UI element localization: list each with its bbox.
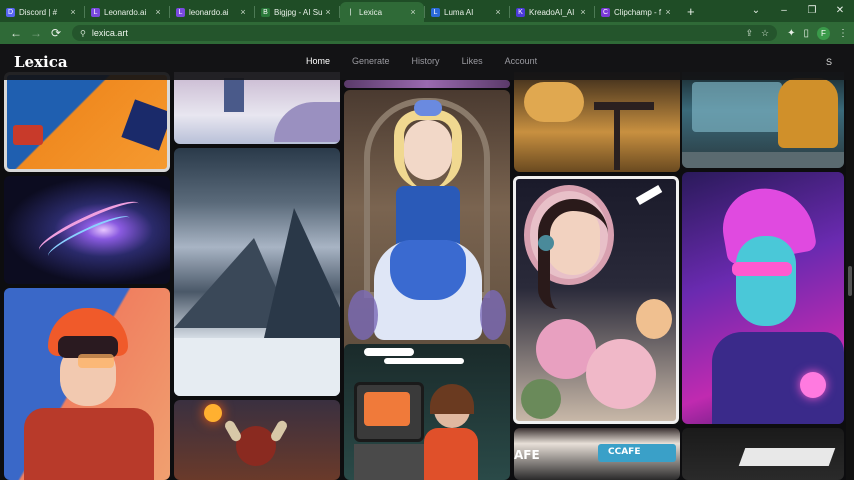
browser-tab[interactable]: D Discord | # × [0, 2, 84, 22]
tab-close-icon[interactable]: × [238, 7, 248, 17]
close-window-button[interactable]: ✕ [826, 0, 854, 20]
tab-title: leonardo.ai [189, 7, 229, 17]
back-button[interactable]: ← [6, 26, 26, 40]
gallery-image-white-object[interactable] [682, 428, 844, 480]
cafe-sign-right-text: CCAFE [608, 447, 641, 457]
gallery-image-astronaut-woman[interactable] [513, 176, 679, 424]
browser-tab[interactable]: K KreadoAI_AI × [510, 2, 594, 22]
browser-tab[interactable]: C Clipchamp - f × [595, 2, 679, 22]
tab-strip: D Discord | # × L Leonardo.ai × Lleonardo.ai × B… [0, 0, 854, 22]
user-avatar[interactable]: S [820, 54, 838, 70]
gallery-image-galaxy[interactable] [4, 176, 170, 284]
tab-favicon-icon: L [176, 7, 185, 17]
browser-toolbar: ← → ⟳ ⚲ lexica.art ⇪ ☆ ✦ ▯ F ⋮ [0, 22, 854, 44]
tab-favicon-icon: L [431, 7, 440, 17]
gallery-image-retro-tv-woman[interactable] [344, 344, 510, 480]
tab-favicon-icon: K [516, 7, 525, 17]
gallery-image-orange-abstract[interactable] [4, 72, 170, 172]
nav-history[interactable]: History [412, 56, 440, 66]
tab-favicon-icon: D [6, 7, 15, 17]
address-bar[interactable]: ⚲ lexica.art ⇪ ☆ [72, 25, 778, 41]
tab-close-icon[interactable]: × [68, 7, 78, 17]
tab-favicon-icon: C [601, 7, 610, 17]
gallery-image-top-strip[interactable] [344, 80, 510, 88]
extensions-icon[interactable]: ✦ [787, 28, 795, 39]
browser-tab[interactable]: L Luma AI × [425, 2, 509, 22]
scrollbar-thumb[interactable] [848, 266, 852, 296]
site-header: Lexica Home Generate History Likes Accou… [0, 44, 854, 80]
tab-close-icon[interactable]: × [493, 7, 503, 17]
tab-title: Clipchamp - f [614, 7, 662, 17]
tab-title: Leonardo.ai [104, 7, 147, 17]
lexica-page: AFE CCAFE Lexica Home Generate History L… [0, 44, 854, 480]
tab-title: KreadoAI_AI [529, 7, 575, 17]
gallery-image-pilot-girl[interactable] [4, 288, 170, 480]
tab-close-icon[interactable]: × [323, 7, 333, 17]
gallery-image-demon-warrior[interactable] [174, 400, 340, 480]
gallery-image-window-scene[interactable] [682, 72, 844, 168]
reload-button[interactable]: ⟳ [46, 26, 66, 40]
tab-close-icon[interactable]: × [153, 7, 163, 17]
nav-generate[interactable]: Generate [352, 56, 390, 66]
side-panel-icon[interactable]: ▯ [803, 28, 809, 39]
minimize-button[interactable]: – [770, 0, 798, 20]
tab-title: Luma AI [444, 7, 474, 17]
tab-title: Lexica [359, 7, 383, 17]
gallery-image-neon-cyborg[interactable] [682, 172, 844, 424]
gallery-image-snowy-valley[interactable] [174, 148, 340, 396]
site-nav: Home Generate History Likes Account [306, 56, 559, 66]
nav-likes[interactable]: Likes [462, 56, 483, 66]
browser-tab[interactable]: Lleonardo.ai × [170, 2, 254, 22]
nav-home[interactable]: Home [306, 56, 330, 66]
lexica-logo[interactable]: Lexica [14, 53, 68, 71]
tab-title: Discord | # [19, 7, 58, 17]
tab-close-icon[interactable]: × [408, 7, 418, 17]
browser-tab[interactable]: | Lexica × [340, 2, 424, 22]
tab-close-icon[interactable]: × [663, 7, 673, 17]
bookmark-star-icon[interactable]: ☆ [761, 28, 769, 39]
url-text: lexica.art [91, 28, 128, 38]
site-info-icon[interactable]: ⚲ [80, 29, 86, 38]
new-tab-button[interactable]: + [687, 4, 695, 19]
gallery-image-cafe-sign[interactable]: AFE CCAFE [514, 428, 680, 480]
tab-favicon-icon: L [91, 7, 100, 17]
forward-button[interactable]: → [26, 26, 46, 40]
gallery-image-princess[interactable] [344, 90, 510, 384]
menu-icon[interactable]: ⋮ [838, 28, 848, 39]
maximize-button[interactable]: ❐ [798, 0, 826, 20]
browser-tab[interactable]: L Leonardo.ai × [85, 2, 169, 22]
tab-favicon-icon: B [261, 7, 270, 17]
tab-favicon-icon: | [349, 8, 352, 16]
window-controls: ⌄ – ❐ ✕ [742, 0, 854, 20]
profile-avatar[interactable]: F [817, 26, 830, 40]
tab-search-icon[interactable]: ⌄ [742, 0, 770, 20]
gallery-image-cafe-interior[interactable] [514, 72, 680, 172]
browser-tab[interactable]: B Bigjpg - AI Su × [255, 2, 339, 22]
cafe-sign-left-text: AFE [514, 448, 540, 462]
nav-account[interactable]: Account [505, 56, 538, 66]
share-icon[interactable]: ⇪ [745, 28, 753, 39]
gallery-image-snow-figure[interactable] [174, 72, 340, 144]
tab-title: Bigjpg - AI Su [274, 7, 323, 17]
tab-close-icon[interactable]: × [578, 7, 588, 17]
